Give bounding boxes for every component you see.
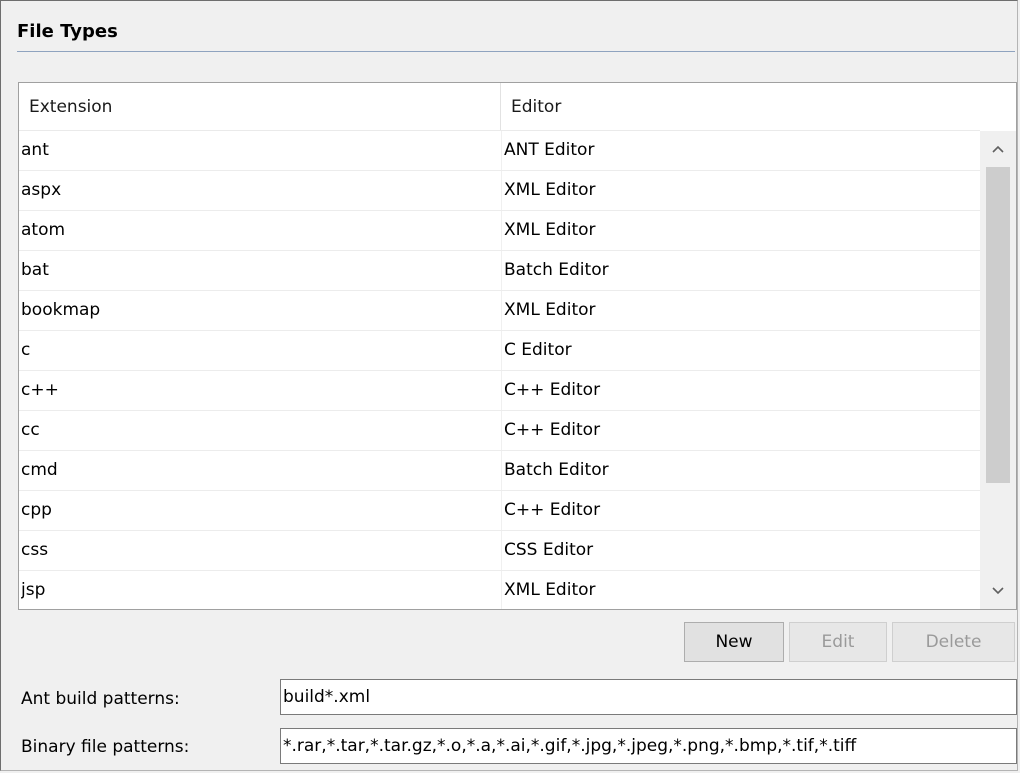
- table-row[interactable]: ant ANT Editor: [19, 131, 980, 171]
- editor-cell: C++ Editor: [501, 371, 982, 410]
- extension-cell: css: [21, 540, 49, 560]
- table-row[interactable]: jsp XML Editor: [19, 571, 982, 609]
- table-row[interactable]: bookmap XML Editor: [19, 291, 980, 331]
- section-divider: [17, 51, 1015, 52]
- new-button[interactable]: New: [684, 622, 784, 662]
- table-row[interactable]: cpp C++ Editor: [19, 491, 980, 531]
- table-body: ant ANT Editor aspx XML Editor atom XML …: [19, 131, 982, 609]
- editor-cell: C++ Editor: [501, 411, 982, 450]
- extension-cell: bookmap: [21, 300, 101, 320]
- extension-cell: c: [21, 340, 31, 360]
- column-header-editor[interactable]: Editor: [501, 83, 980, 131]
- table-row[interactable]: atom XML Editor: [19, 211, 980, 251]
- table-row[interactable]: aspx XML Editor: [19, 171, 980, 211]
- editor-cell: Batch Editor: [501, 251, 982, 290]
- table-header: Extension Editor: [19, 83, 980, 131]
- editor-cell: XML Editor: [501, 291, 982, 330]
- table-row[interactable]: c C Editor: [19, 331, 980, 371]
- editor-cell: XML Editor: [501, 211, 982, 250]
- chevron-down-icon[interactable]: [980, 573, 1016, 609]
- extension-cell: jsp: [21, 580, 46, 600]
- extension-cell: cpp: [21, 500, 52, 520]
- editor-cell: C++ Editor: [501, 491, 982, 530]
- section-title: File Types: [17, 21, 118, 42]
- column-header-extension[interactable]: Extension: [19, 83, 501, 131]
- ant-build-patterns-input[interactable]: build*.xml: [280, 679, 1017, 715]
- editor-cell: ANT Editor: [501, 131, 982, 170]
- preferences-panel: File Types Extension Editor ant ANT Edit…: [0, 0, 1018, 771]
- extension-cell: c++: [21, 380, 59, 400]
- editor-cell: C Editor: [501, 331, 982, 370]
- ant-build-patterns-label: Ant build patterns:: [21, 689, 180, 709]
- editor-cell: XML Editor: [501, 171, 982, 210]
- chevron-up-icon[interactable]: [980, 131, 1016, 167]
- vertical-scrollbar[interactable]: [980, 131, 1016, 609]
- extension-cell: cc: [21, 420, 40, 440]
- extension-cell: aspx: [21, 180, 62, 200]
- extension-cell: cmd: [21, 460, 58, 480]
- extension-cell: ant: [21, 140, 49, 160]
- extension-cell: bat: [21, 260, 49, 280]
- table-row[interactable]: cmd Batch Editor: [19, 451, 980, 491]
- editor-cell: CSS Editor: [501, 531, 982, 570]
- binary-file-patterns-label: Binary file patterns:: [21, 737, 190, 757]
- editor-cell: Batch Editor: [501, 451, 982, 490]
- table-row[interactable]: css CSS Editor: [19, 531, 980, 571]
- editor-cell: XML Editor: [501, 571, 982, 609]
- table-row[interactable]: bat Batch Editor: [19, 251, 980, 291]
- table-row[interactable]: c++ C++ Editor: [19, 371, 980, 411]
- edit-button[interactable]: Edit: [789, 622, 887, 662]
- scroll-header-corner: [980, 83, 1016, 131]
- delete-button[interactable]: Delete: [892, 622, 1015, 662]
- scrollbar-thumb[interactable]: [986, 167, 1010, 483]
- extension-cell: atom: [21, 220, 66, 240]
- file-types-table[interactable]: Extension Editor ant ANT Editor aspx XML…: [18, 82, 1017, 610]
- table-row[interactable]: cc C++ Editor: [19, 411, 980, 451]
- binary-file-patterns-input[interactable]: *.rar,*.tar,*.tar.gz,*.o,*.a,*.ai,*.gif,…: [280, 728, 1017, 764]
